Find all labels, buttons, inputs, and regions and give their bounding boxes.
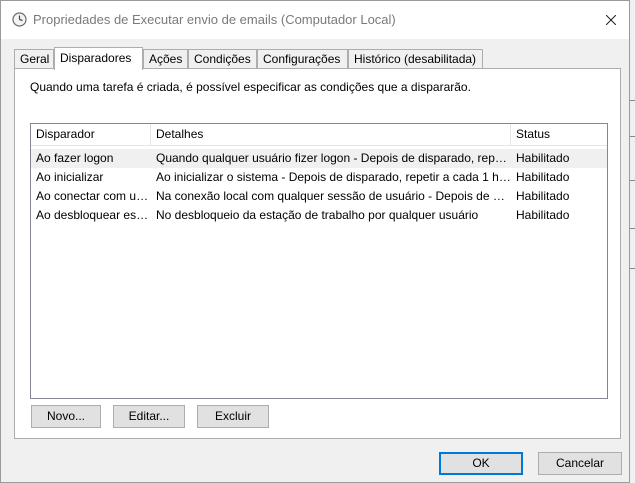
- trigger-cell: Ao desbloquear estação de trabalho: [36, 208, 151, 222]
- trigger-cell: Ao fazer logon: [36, 151, 114, 165]
- status-cell: Habilitado: [516, 170, 570, 184]
- table-row[interactable]: Ao conectar com usuário Na conexão local…: [31, 187, 607, 206]
- cancel-button[interactable]: Cancelar: [538, 452, 622, 475]
- column-header-trigger[interactable]: Disparador: [31, 124, 151, 146]
- tab-condicoes[interactable]: Condições: [188, 49, 257, 69]
- close-button[interactable]: [593, 1, 629, 39]
- triggers-panel: Quando uma tarefa é criada, é possível e…: [14, 68, 621, 439]
- details-cell: Na conexão local com qualquer sessão de …: [156, 189, 511, 203]
- list-header: Disparador Detalhes Status: [31, 124, 607, 146]
- column-header-status[interactable]: Status: [511, 124, 607, 146]
- table-row[interactable]: Ao fazer logon Quando qualquer usuário f…: [31, 149, 607, 168]
- clock-icon: [12, 12, 27, 27]
- column-header-details[interactable]: Detalhes: [151, 124, 511, 146]
- table-row[interactable]: Ao desbloquear estação de trabalho No de…: [31, 206, 607, 225]
- details-cell: Quando qualquer usuário fizer logon - De…: [156, 151, 511, 165]
- new-trigger-button[interactable]: Novo...: [31, 405, 101, 428]
- tab-configuracoes[interactable]: Configurações: [257, 49, 348, 69]
- ok-button[interactable]: OK: [439, 452, 523, 475]
- window-title: Propriedades de Executar envio de emails…: [33, 12, 396, 27]
- table-row[interactable]: Ao inicializar Ao inicializar o sistema …: [31, 168, 607, 187]
- tab-acoes[interactable]: Ações: [143, 49, 188, 69]
- details-cell: No desbloqueio da estação de trabalho po…: [156, 208, 479, 222]
- status-cell: Habilitado: [516, 208, 570, 222]
- title-bar: Propriedades de Executar envio de emails…: [1, 1, 629, 39]
- close-icon: [606, 15, 616, 25]
- delete-trigger-button[interactable]: Excluir: [197, 405, 269, 428]
- trigger-cell: Ao inicializar: [36, 170, 104, 184]
- triggers-list[interactable]: Disparador Detalhes Status Ao fazer logo…: [30, 123, 608, 399]
- tab-disparadores[interactable]: Disparadores: [54, 47, 143, 70]
- tab-historico[interactable]: Histórico (desabilitada): [348, 49, 483, 69]
- edit-trigger-button[interactable]: Editar...: [113, 405, 185, 428]
- properties-dialog: Propriedades de Executar envio de emails…: [0, 0, 630, 483]
- trigger-cell: Ao conectar com usuário: [36, 189, 151, 203]
- status-cell: Habilitado: [516, 189, 570, 203]
- status-cell: Habilitado: [516, 151, 570, 165]
- details-cell: Ao inicializar o sistema - Depois de dis…: [156, 170, 511, 184]
- tab-geral[interactable]: Geral: [14, 49, 54, 69]
- triggers-intro-text: Quando uma tarefa é criada, é possível e…: [30, 80, 471, 94]
